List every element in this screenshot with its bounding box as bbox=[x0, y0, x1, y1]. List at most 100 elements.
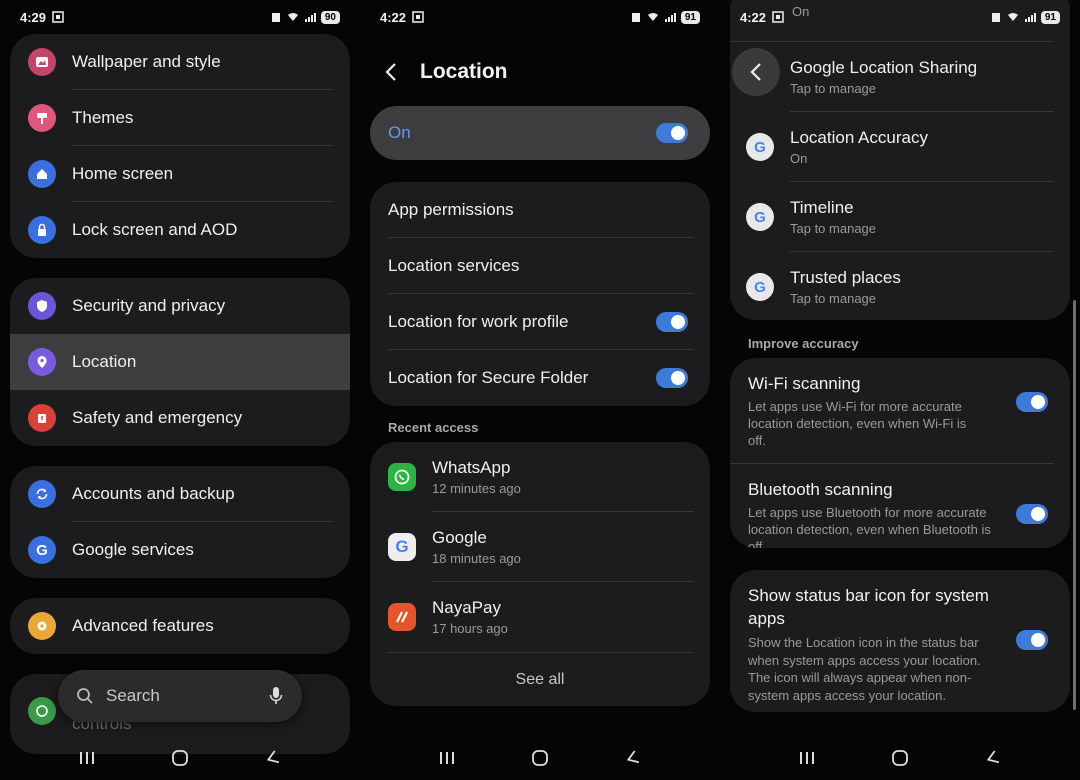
item-subtitle: Tap to manage bbox=[790, 291, 877, 306]
status-bar-icon-switch[interactable] bbox=[1016, 630, 1048, 650]
settings-item-accounts[interactable]: Accounts and backup bbox=[10, 466, 350, 522]
sync-icon bbox=[28, 480, 56, 508]
settings-item-label: Wallpaper and style bbox=[72, 52, 221, 71]
status-time: 4:22 bbox=[740, 9, 767, 25]
settings-item-lock-screen[interactable]: Lock screen and AOD bbox=[10, 202, 350, 258]
nfc-icon bbox=[991, 13, 1000, 22]
status-bar-icon-group: Show status bar icon for system apps Sho… bbox=[730, 570, 1070, 712]
location-services-screen: On Google Location Sharing Tap to manage … bbox=[720, 0, 1080, 780]
section-header-recent: Recent access bbox=[388, 420, 479, 435]
home-nav-icon[interactable] bbox=[891, 749, 909, 767]
bluetooth-scanning-switch[interactable] bbox=[1016, 504, 1048, 524]
app-name: Google bbox=[432, 528, 487, 547]
status-time: 4:29 bbox=[20, 9, 47, 25]
settings-item-work-profile[interactable]: Location for work profile bbox=[370, 294, 710, 350]
recent-item-google[interactable]: G Google 18 minutes ago bbox=[370, 512, 710, 582]
settings-item-label: Location services bbox=[388, 256, 520, 275]
item-title: Trusted places bbox=[790, 268, 901, 287]
item-title: Location Accuracy bbox=[790, 128, 928, 147]
settings-item-security[interactable]: Security and privacy bbox=[10, 278, 350, 334]
item-subtitle: Tap to manage bbox=[790, 81, 877, 96]
item-title: Bluetooth scanning bbox=[748, 480, 893, 499]
page-title: Location bbox=[420, 60, 508, 83]
nayapay-icon bbox=[388, 603, 416, 631]
settings-item-label: Advanced features bbox=[72, 616, 214, 635]
recent-access-group: WhatsApp 12 minutes ago G Google 18 minute… bbox=[370, 442, 710, 706]
see-all-link[interactable]: See all bbox=[386, 652, 694, 706]
screenshot-icon bbox=[772, 11, 784, 23]
settings-item-app-permissions[interactable]: App permissions bbox=[370, 182, 710, 238]
recents-icon[interactable] bbox=[78, 750, 96, 766]
shield-icon bbox=[28, 292, 56, 320]
settings-item-google[interactable]: G Google services bbox=[10, 522, 350, 578]
settings-item-label: Security and privacy bbox=[72, 296, 226, 315]
search-input[interactable]: Search bbox=[106, 686, 268, 706]
section-header-improve-accuracy: Improve accuracy bbox=[748, 336, 859, 351]
lock-icon bbox=[28, 216, 56, 244]
settings-item-label: Google services bbox=[72, 540, 194, 559]
wifi-icon bbox=[287, 13, 298, 21]
back-arrow-icon[interactable] bbox=[384, 61, 398, 83]
work-profile-switch[interactable] bbox=[656, 312, 688, 332]
item-description: Let apps use Bluetooth for more accurate… bbox=[748, 505, 991, 548]
settings-item-advanced[interactable]: Advanced features bbox=[10, 598, 350, 654]
wifi-icon bbox=[1007, 13, 1018, 21]
item-subtitle: Tap to manage bbox=[790, 221, 877, 236]
bluetooth-scanning-item[interactable]: Bluetooth scanning Let apps use Bluetoot… bbox=[730, 464, 1070, 548]
settings-item-location-services[interactable]: Location services bbox=[370, 238, 710, 294]
search-icon bbox=[77, 688, 93, 704]
settings-item-label: Lock screen and AOD bbox=[72, 220, 238, 239]
navigation-bar bbox=[720, 736, 1080, 780]
recent-item-nayapay[interactable]: NayaPay 17 hours ago bbox=[370, 582, 710, 652]
signal-icon bbox=[304, 13, 316, 22]
recents-icon[interactable] bbox=[798, 750, 816, 766]
settings-item-label: Location for work profile bbox=[388, 312, 569, 331]
google-location-sharing-item[interactable]: Google Location Sharing Tap to manage bbox=[730, 42, 1070, 112]
settings-item-themes[interactable]: Themes bbox=[10, 90, 350, 146]
settings-item-location[interactable]: Location bbox=[10, 334, 350, 390]
settings-item-home-screen[interactable]: Home screen bbox=[10, 146, 350, 202]
recent-item-whatsapp[interactable]: WhatsApp 12 minutes ago bbox=[370, 442, 710, 512]
settings-item-label: App permissions bbox=[388, 200, 514, 219]
settings-item-label: Themes bbox=[72, 108, 134, 127]
settings-item-safety[interactable]: Safety and emergency bbox=[10, 390, 350, 446]
settings-screen: 4:29 90 Wallpaper and style Themes Home … bbox=[0, 0, 360, 780]
gear-plus-icon bbox=[28, 612, 56, 640]
location-master-toggle[interactable]: On bbox=[370, 106, 710, 160]
scanning-settings-group: Wi-Fi scanning Let apps use Wi-Fi for mo… bbox=[730, 358, 1070, 548]
google-g-icon: G bbox=[28, 536, 56, 564]
secure-folder-switch[interactable] bbox=[656, 368, 688, 388]
microphone-icon[interactable] bbox=[268, 686, 284, 706]
back-nav-icon[interactable] bbox=[984, 749, 1002, 767]
trusted-places-item[interactable]: G Trusted places Tap to manage bbox=[730, 252, 1070, 320]
navigation-bar bbox=[0, 736, 360, 780]
nfc-icon bbox=[631, 13, 640, 22]
signal-icon bbox=[664, 13, 676, 22]
google-icon: G bbox=[388, 533, 416, 561]
back-button[interactable] bbox=[732, 48, 780, 96]
settings-item-wallpaper[interactable]: Wallpaper and style bbox=[10, 34, 350, 90]
app-name: NayaPay bbox=[432, 598, 501, 617]
home-nav-icon[interactable] bbox=[171, 749, 189, 767]
screenshot-icon bbox=[412, 11, 424, 23]
back-nav-icon[interactable] bbox=[624, 749, 642, 767]
location-switch[interactable] bbox=[656, 123, 688, 143]
scrollbar[interactable] bbox=[1073, 300, 1076, 710]
settings-item-label: Home screen bbox=[72, 164, 174, 183]
location-accuracy-item[interactable]: G Location Accuracy On bbox=[730, 112, 1070, 182]
wifi-scanning-item[interactable]: Wi-Fi scanning Let apps use Wi-Fi for mo… bbox=[730, 358, 1054, 464]
brush-icon bbox=[28, 104, 56, 132]
back-nav-icon[interactable] bbox=[264, 749, 282, 767]
settings-item-label: Location for Secure Folder bbox=[388, 368, 589, 387]
search-pill[interactable]: Search bbox=[58, 670, 302, 722]
status-bar: 4:22 91 bbox=[360, 0, 720, 34]
settings-item-secure-folder[interactable]: Location for Secure Folder bbox=[370, 350, 710, 406]
google-icon: G bbox=[746, 133, 774, 161]
location-screen: 4:22 91 Location On App permissions Loca… bbox=[360, 0, 720, 780]
status-bar-icon-item[interactable]: Show status bar icon for system apps Sho… bbox=[730, 570, 1070, 712]
wallpaper-icon bbox=[28, 48, 56, 76]
wifi-scanning-switch[interactable] bbox=[1016, 392, 1048, 412]
recents-icon[interactable] bbox=[438, 750, 456, 766]
home-nav-icon[interactable] bbox=[531, 749, 549, 767]
timeline-item[interactable]: G Timeline Tap to manage bbox=[730, 182, 1070, 252]
